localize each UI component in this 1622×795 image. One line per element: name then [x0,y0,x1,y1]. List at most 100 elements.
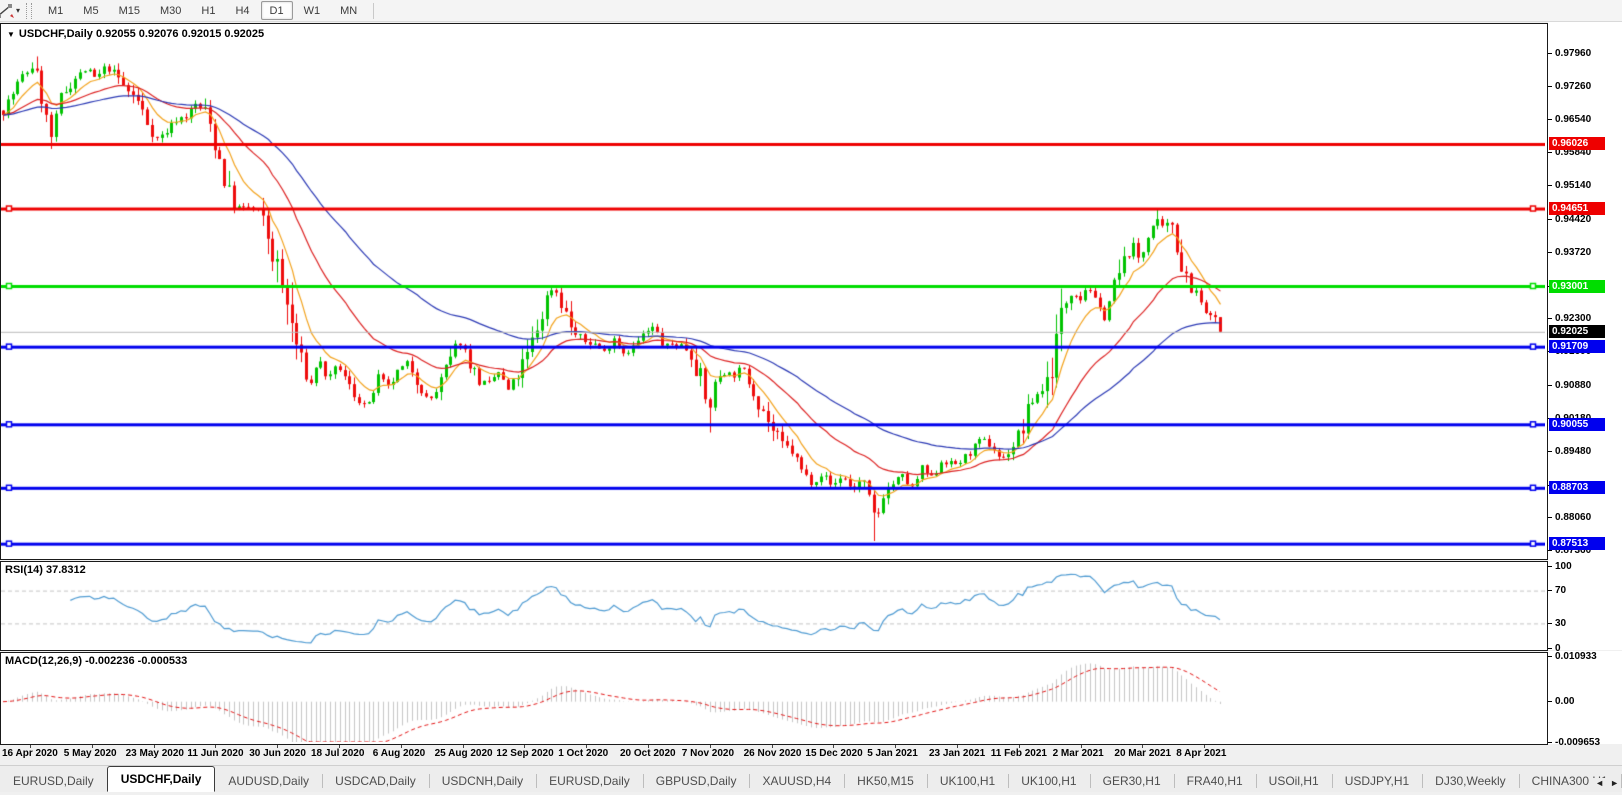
chart-tab-ger30-h1[interactable]: GER30,H1 [1090,770,1174,792]
date-tick-mark [1204,745,1205,748]
chart-tab-usdjpy-h1[interactable]: USDJPY,H1 [1332,770,1422,792]
chart-tab-audusd-daily[interactable]: AUDUSD,Daily [215,770,322,792]
date-tick-mark [463,745,464,748]
date-tick-label: 16 Apr 2020 [2,748,58,759]
timeframe-button-m5[interactable]: M5 [74,1,107,20]
macd-tick-label: -0.009653 [1548,736,1600,748]
candlestick-chart-canvas[interactable] [1,24,1545,557]
date-tick-label: 23 Jan 2021 [929,748,985,759]
macd-tick-label: 0.00 [1548,696,1574,708]
rsi-indicator-panel[interactable]: RSI(14) 37.8312 [0,561,1548,651]
time-axis[interactable]: 16 Apr 2020 5 May 2020 23 May 202011 Jun 2… [0,745,1548,763]
date-tick-mark [339,745,340,748]
date-tick-mark [524,745,525,748]
chart-tabs-bar: EURUSD,DailyUSDCHF,DailyAUDUSD,DailyUSDC… [0,765,1622,792]
price-axis[interactable]: 0.979600.972600.965400.958400.951400.944… [1548,22,1622,560]
macd-indicator-panel[interactable]: MACD(12,26,9) -0.002236 -0.000533 [0,652,1548,745]
chart-tab-hk50-m15[interactable]: HK50,M15 [844,770,927,792]
chart-tab-eurusd-daily[interactable]: EURUSD,Daily [536,770,643,792]
date-tick-label: 7 Nov 2020 [682,748,734,759]
price-tick-label: 0.89480 [1548,445,1591,457]
date-tick-label: 12 Sep 2020 [496,748,553,759]
price-tick-label: 0.88060 [1548,512,1591,524]
macd-tick-label: 0.010933 [1548,650,1597,662]
date-tick-mark [30,745,31,748]
chart-tab-dj30-weekly[interactable]: DJ30,Weekly [1422,770,1518,792]
chart-title: ▼ USDCHF,Daily 0.92055 0.92076 0.92015 0.… [7,28,264,40]
level-price-label: 0.90055 [1549,418,1605,431]
price-chart-panel[interactable]: ▼ USDCHF,Daily 0.92055 0.92076 0.92015 0.… [0,23,1548,560]
chart-title-text: USDCHF,Daily 0.92055 0.92076 0.92015 0.9… [19,28,264,40]
timeframe-button-d1[interactable]: D1 [261,1,293,20]
timeframe-button-h1[interactable]: H1 [192,1,224,20]
macd-canvas[interactable] [1,653,1545,742]
price-tick-label: 0.97260 [1548,80,1591,92]
chart-tab-uk100-h1[interactable]: UK100,H1 [927,770,1008,792]
date-tick-label: 6 Aug 2020 [373,748,425,759]
level-price-label: 0.91709 [1549,340,1605,353]
timeframe-button-m30[interactable]: M30 [151,1,190,20]
price-tick-label: 0.95140 [1548,180,1591,192]
chart-tab-uk100-h1[interactable]: UK100,H1 [1008,770,1089,792]
macd-axis[interactable]: 0.0109330.00-0.009653 [1548,651,1622,744]
date-tick-label: 5 May 2020 [64,748,117,759]
date-tick-mark [833,745,834,748]
timeframe-button-mn[interactable]: MN [331,1,366,20]
rsi-tick-label: 100 [1548,560,1572,572]
level-price-label: 0.96026 [1549,137,1605,150]
level-price-label: 0.94651 [1549,202,1605,215]
date-tick-label: 8 Apr 2021 [1176,748,1226,759]
date-tick-mark [92,745,93,748]
level-price-label: 0.93001 [1549,280,1605,293]
date-tick-mark [648,745,649,748]
toolbar-separator [373,3,374,19]
current-price-label: 0.92025 [1549,325,1605,338]
date-tick-label: 11 Feb 2021 [991,748,1047,759]
toolbar-drag-grip[interactable] [26,3,32,19]
date-tick-label: 30 Jun 2020 [249,748,306,759]
timeframe-button-m1[interactable]: M1 [39,1,72,20]
timeframe-button-m15[interactable]: M15 [110,1,149,20]
chart-tab-usoil-h1[interactable]: USOil,H1 [1256,770,1332,792]
price-tick-label: 0.94420 [1548,213,1591,225]
date-tick-label: 5 Jan 2021 [867,748,918,759]
chart-tab-fra40-h1[interactable]: FRA40,H1 [1174,770,1256,792]
date-tick-mark [215,745,216,748]
date-tick-label: 18 Jul 2020 [311,748,364,759]
date-tick-label: 15 Dec 2020 [805,748,862,759]
timeframe-button-w1[interactable]: W1 [295,1,330,20]
tab-scroll-right-icon[interactable]: ► [1610,778,1619,788]
date-tick-label: 25 Aug 2020 [435,748,493,759]
date-tick-mark [895,745,896,748]
tab-scroll-arrows: ◄ ► [1589,778,1619,788]
chart-tab-usdcnh-daily[interactable]: USDCNH,Daily [429,770,536,792]
tab-scroll-left-icon[interactable]: ◄ [1595,778,1604,788]
date-tick-label: 20 Mar 2021 [1114,748,1171,759]
rsi-label: RSI(14) 37.8312 [5,564,86,576]
price-tick-label: 0.96540 [1548,114,1591,126]
trading-terminal: ▾ M1M5M15M30H1H4D1W1MN ▼ USDCHF,Daily 0.9… [0,0,1622,795]
chart-tab-usdchf-daily[interactable]: USDCHF,Daily [107,766,216,792]
date-tick-mark [1019,745,1020,748]
chart-tab-eurusd-daily[interactable]: EURUSD,Daily [0,770,107,792]
chart-tab-gbpusd-daily[interactable]: GBPUSD,Daily [643,770,750,792]
chart-tab-usdcad-daily[interactable]: USDCAD,Daily [322,770,429,792]
timeframe-toolbar: ▾ M1M5M15M30H1H4D1W1MN [0,0,1622,22]
date-tick-label: 11 Jun 2020 [187,748,243,759]
trendline-tool-icon[interactable] [0,3,15,19]
timeframe-button-h4[interactable]: H4 [226,1,258,20]
macd-label: MACD(12,26,9) -0.002236 -0.000533 [5,655,187,667]
timeframe-buttons: M1M5M15M30H1H4D1W1MN [38,1,367,20]
rsi-tick-label: 30 [1548,617,1566,629]
rsi-axis[interactable]: 10070300 [1548,560,1622,650]
tool-dropdown-arrow-icon[interactable]: ▾ [16,6,20,15]
collapse-triangle-icon[interactable]: ▼ [7,30,15,39]
chart-tab-xauusd-h4[interactable]: XAUUSD,H4 [749,770,844,792]
date-tick-mark [772,745,773,748]
price-tick-label: 0.97960 [1548,47,1591,59]
rsi-canvas[interactable] [1,562,1545,648]
date-tick-label: 1 Oct 2020 [558,748,608,759]
price-tick-label: 0.92300 [1548,313,1591,325]
date-tick-mark [401,745,402,748]
date-tick-label: 23 May 2020 [126,748,184,759]
